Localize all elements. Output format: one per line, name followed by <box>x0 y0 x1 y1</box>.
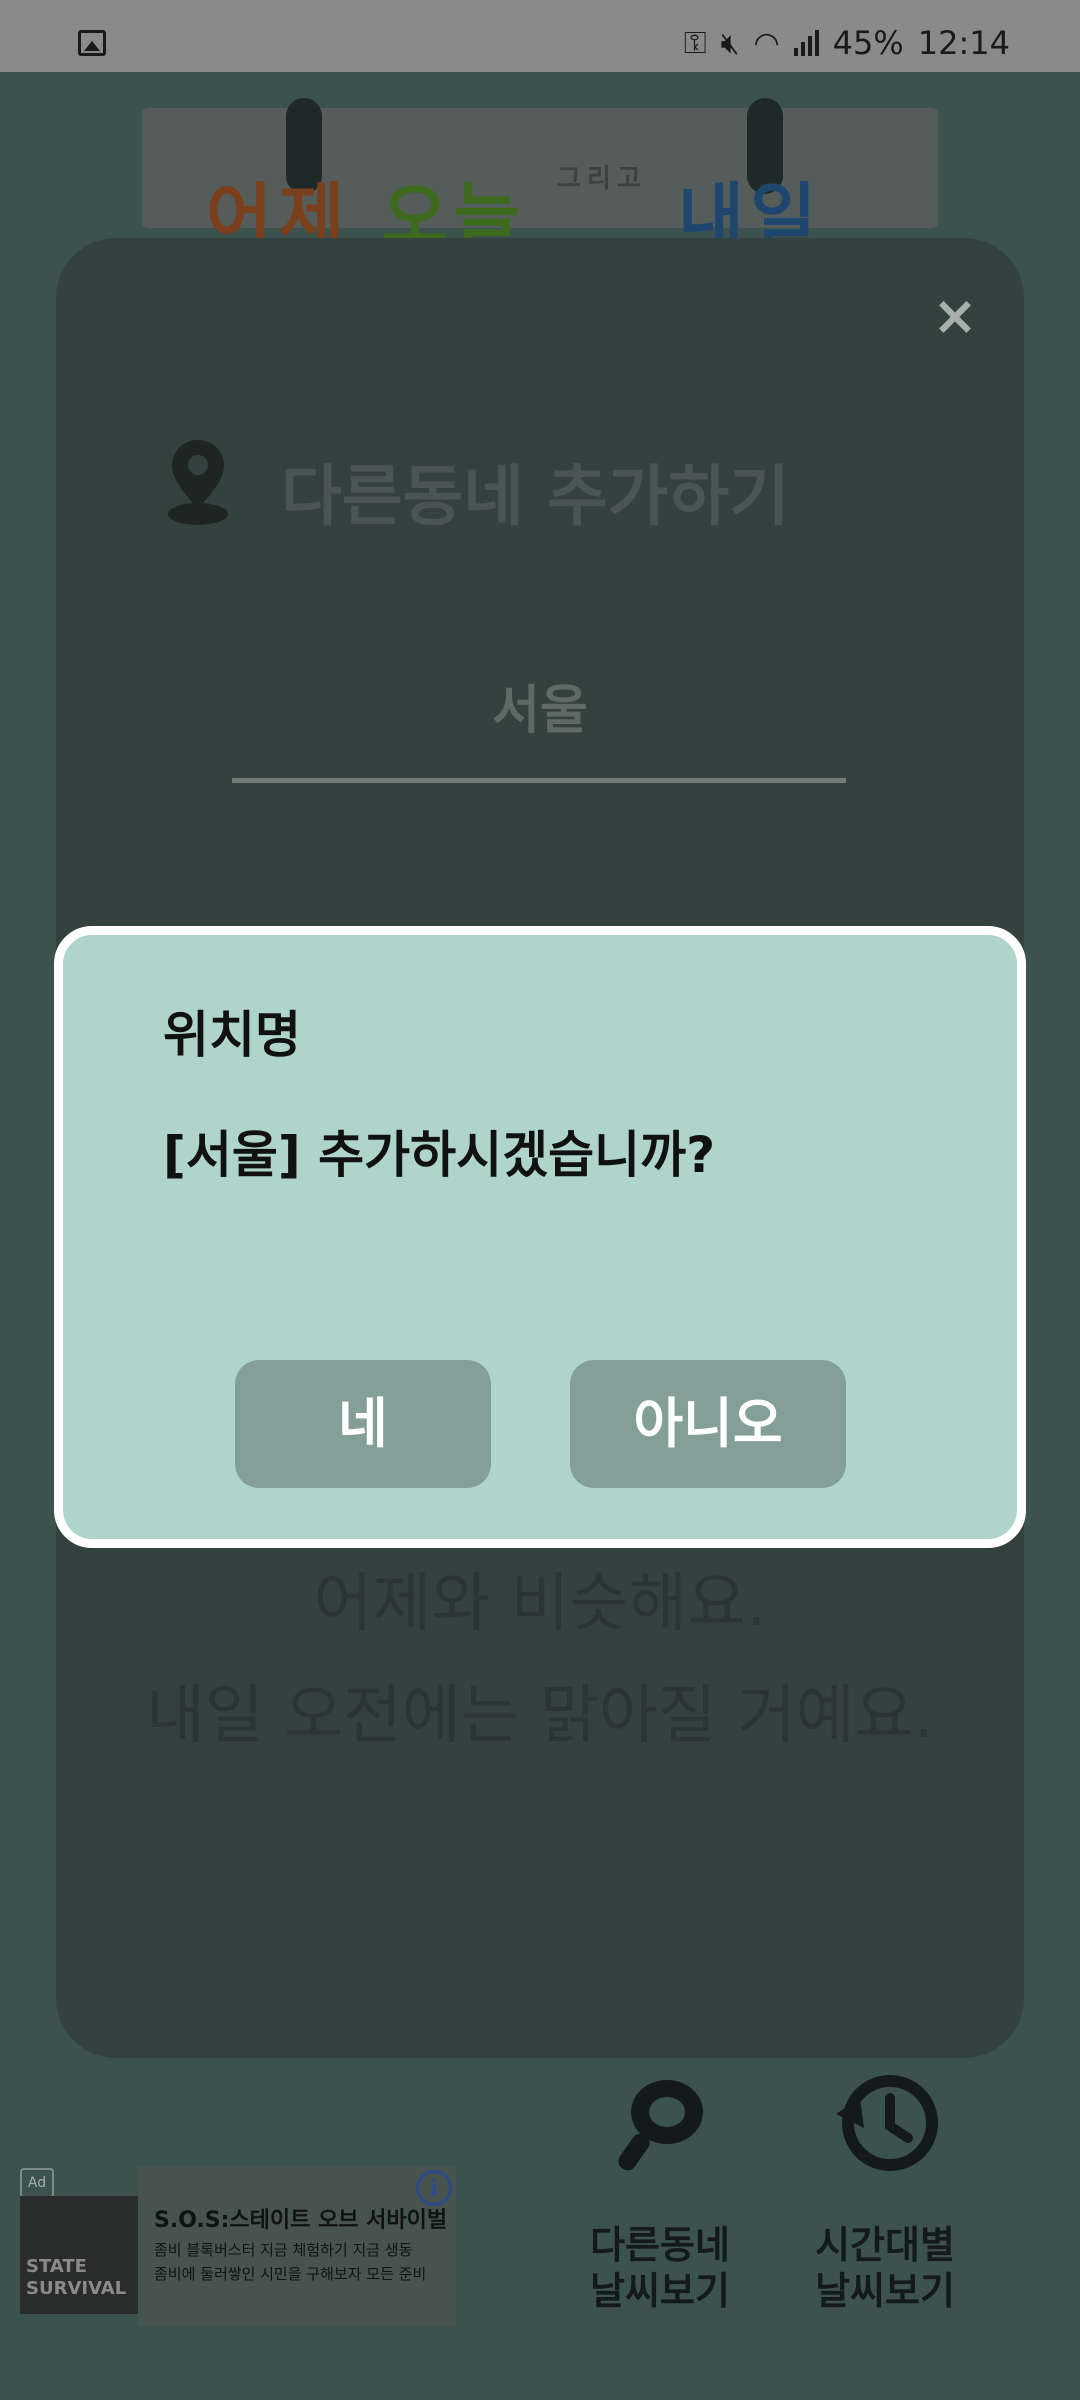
clock: 12:14 <box>917 24 1010 62</box>
no-button[interactable]: 아니오 <box>570 1360 846 1488</box>
ad-banner[interactable]: Ad STATE SURVIVAL S.O.S:스테이트 오브 서바이벌 좀비 … <box>20 2166 456 2352</box>
location-pin-icon <box>168 440 228 525</box>
status-bar-right: ⚿ 🔇︎ ◠ 45% 12:14 <box>683 24 1010 62</box>
close-icon[interactable]: × <box>931 289 979 343</box>
hourly-label: 시간대별 날씨보기 <box>815 2223 955 2313</box>
ad-thumbnail[interactable]: STATE SURVIVAL <box>20 2196 138 2314</box>
card-title: 다른동네 추가하기 <box>281 458 790 535</box>
location-input[interactable]: 서울 <box>56 668 1024 743</box>
yes-button[interactable]: 네 <box>235 1360 491 1488</box>
history-clock-icon <box>836 2075 938 2171</box>
search-location-icon <box>618 2080 703 2171</box>
other-area-weather-button[interactable]: 다른동네 날씨보기 <box>580 2068 740 2314</box>
dialog-message: [서울] 추가하시겠습니까? <box>163 1126 716 1184</box>
ad-info-icon[interactable]: i <box>416 2170 452 2206</box>
signal-icon <box>793 30 819 56</box>
wifi-icon: ◠ <box>753 25 780 61</box>
calendar-header: 어제 오늘 그리고 내일 <box>142 98 938 259</box>
image-notification-icon <box>78 30 106 56</box>
forecast-text: 어제와 비슷해요. 내일 오전에는 맑아질 거예요. <box>146 1567 934 1753</box>
mute-icon: 🔇︎ <box>720 25 740 61</box>
input-underline <box>232 778 846 783</box>
ad-text-panel[interactable]: S.O.S:스테이트 오브 서바이벌 좀비 블록버스터 지금 체험하기 지금 생… <box>138 2166 456 2326</box>
ad-title: S.O.S:스테이트 오브 서바이벌 <box>154 2208 448 2233</box>
battery-text: 45% <box>832 24 904 62</box>
hourly-weather-button[interactable]: 시간대별 날씨보기 <box>805 2068 965 2314</box>
ad-description: 좀비 블록버스터 지금 체험하기 지금 생동 좀비에 둘러쌓인 시민을 구해보자… <box>154 2241 427 2283</box>
ad-thumbnail-text: STATE SURVIVAL <box>26 2256 127 2299</box>
other-area-label: 다른동네 날씨보기 <box>590 2223 730 2313</box>
dialog-title: 위치명 <box>163 1006 301 1064</box>
vpn-key-icon: ⚿ <box>683 25 707 61</box>
confirm-dialog: 위치명 [서울] 추가하시겠습니까? 네 아니오 <box>54 926 1026 1548</box>
ad-badge: Ad <box>20 2168 54 2198</box>
status-bar: ⚿ 🔇︎ ◠ 45% 12:14 <box>0 0 1080 72</box>
